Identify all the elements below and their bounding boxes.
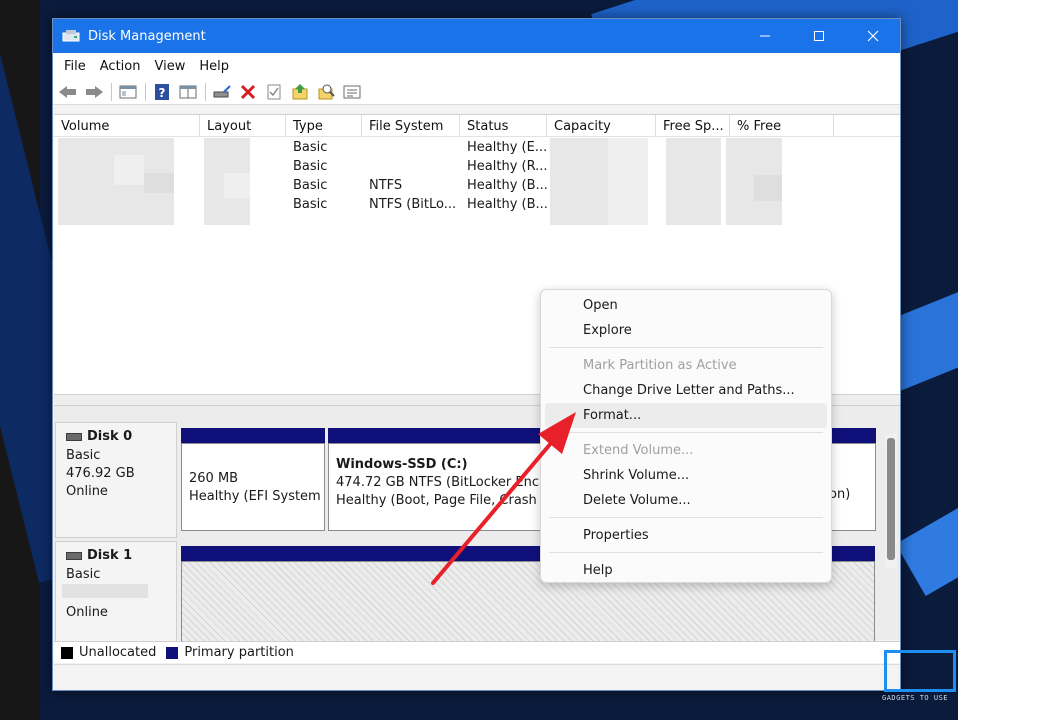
disk-0-kind: Basic — [66, 448, 101, 463]
menu-item-help[interactable]: Help — [541, 558, 831, 583]
folder-up-icon — [292, 83, 308, 99]
search-folder-button[interactable] — [315, 81, 337, 103]
arrow-left-icon — [59, 85, 76, 98]
column-file-system[interactable]: File System — [362, 115, 460, 136]
volume-row[interactable]: Basic NTFS (BitLo... Healthy (B... — [54, 195, 900, 214]
disk-1-state: Online — [66, 605, 108, 620]
window-title: Disk Management — [88, 28, 206, 44]
unallocated-swatch — [61, 646, 73, 659]
minimize-button[interactable] — [738, 19, 792, 53]
disk-map-scrollbar[interactable] — [885, 434, 897, 568]
close-button[interactable] — [846, 19, 900, 53]
connect-drive-icon — [213, 84, 231, 97]
folder-search-icon — [318, 84, 335, 99]
menu-item-shrink-volume[interactable]: Shrink Volume... — [541, 463, 831, 488]
legend-primary: Primary partition — [184, 645, 294, 660]
menu-help[interactable]: Help — [192, 59, 236, 74]
disk-drive-icon — [66, 432, 82, 441]
help-button[interactable]: ? — [151, 81, 173, 103]
delete-button[interactable] — [237, 81, 259, 103]
primary-partition-swatch — [166, 646, 179, 659]
menu-item-extend-volume: Extend Volume... — [583, 443, 694, 458]
menu-separator — [549, 517, 823, 518]
toolbar: ? — [53, 79, 900, 105]
watermark-logo: GADGETS TO USE — [880, 650, 960, 708]
menu-file[interactable]: File — [57, 59, 93, 74]
disk-1-kind: Basic — [66, 567, 101, 582]
forward-button[interactable] — [83, 81, 105, 103]
status-bar — [54, 664, 900, 690]
legend: Unallocated Primary partition — [54, 641, 900, 663]
svg-text:?: ? — [159, 86, 166, 100]
watermark-logo-icon — [884, 650, 956, 692]
menu-bar: File Action View Help — [53, 53, 900, 79]
column-layout[interactable]: Layout — [200, 115, 286, 136]
scrollbar-thumb[interactable] — [887, 438, 895, 560]
minimize-icon — [760, 35, 770, 37]
menu-item-properties[interactable]: Properties — [541, 523, 831, 548]
delete-x-icon — [240, 84, 256, 99]
menu-item-delete-volume[interactable]: Delete Volume... — [541, 488, 831, 513]
show-hide-console-tree-button[interactable] — [117, 81, 139, 103]
help-book-icon: ? — [155, 83, 169, 100]
menu-separator — [549, 552, 823, 553]
disk-management-app-icon — [62, 29, 80, 43]
menu-item-format[interactable]: Format... — [545, 403, 827, 428]
menu-view[interactable]: View — [147, 59, 192, 74]
menu-action[interactable]: Action — [93, 59, 148, 74]
console-tree-icon — [119, 85, 137, 98]
checklist-icon — [267, 84, 281, 99]
efi-partition-status: Healthy (EFI System P — [189, 489, 325, 504]
column-free-space[interactable]: Free Sp... — [656, 115, 730, 136]
close-icon — [867, 30, 879, 42]
column-capacity[interactable]: Capacity — [547, 115, 656, 136]
context-menu: Open Explore Mark Partition as Active Ch… — [540, 289, 832, 583]
list-view-icon — [343, 85, 361, 98]
menu-item-change-drive-letter[interactable]: Change Drive Letter and Paths... — [541, 378, 831, 403]
up-folder-button[interactable] — [289, 81, 311, 103]
disk-1-size-redacted — [62, 584, 176, 604]
disk-0-label[interactable]: Disk 0 Basic 476.92 GB Online — [55, 422, 177, 538]
efi-partition[interactable]: 260 MB Healthy (EFI System P — [181, 443, 325, 531]
column-volume[interactable]: Volume — [54, 115, 200, 136]
menu-item-mark-active: Mark Partition as Active — [583, 358, 737, 373]
volume-row[interactable]: Basic Healthy (R... — [54, 157, 900, 176]
title-bar[interactable]: Disk Management — [53, 19, 900, 53]
column-status[interactable]: Status — [460, 115, 547, 136]
check-button[interactable] — [263, 81, 285, 103]
efi-partition-size: 260 MB — [189, 471, 239, 486]
partition-status-tail: on) — [829, 487, 851, 502]
volume-row[interactable]: Basic Healthy (E... — [54, 138, 900, 157]
properties-view-button[interactable] — [177, 81, 199, 103]
disk-0-size: 476.92 GB — [66, 466, 135, 481]
disk-0-state: Online — [66, 484, 108, 499]
arrow-right-icon — [86, 85, 103, 98]
column-type[interactable]: Type — [286, 115, 362, 136]
maximize-button[interactable] — [792, 19, 846, 53]
window-pane-icon — [179, 85, 197, 98]
disk-1-label[interactable]: Disk 1 Basic Online — [55, 541, 177, 654]
legend-unallocated: Unallocated — [79, 645, 157, 660]
menu-item-explore[interactable]: Explore — [541, 318, 831, 343]
column-percent-free[interactable]: % Free — [730, 115, 834, 136]
menu-separator — [549, 347, 823, 348]
connect-button[interactable] — [211, 81, 233, 103]
volume-list-header: Volume Layout Type File System Status Ca… — [54, 115, 900, 137]
maximize-icon — [814, 31, 824, 41]
menu-separator — [549, 432, 823, 433]
disk-drive-icon — [66, 551, 82, 560]
back-button[interactable] — [57, 81, 79, 103]
volume-row[interactable]: Basic NTFS Healthy (B... — [54, 176, 900, 195]
menu-item-open[interactable]: Open — [541, 293, 831, 318]
efi-partition-header — [181, 428, 325, 443]
list-view-button[interactable] — [341, 81, 363, 103]
watermark-text: GADGETS TO USE — [882, 694, 949, 702]
disk-0-name: Disk 0 — [87, 429, 133, 444]
disk-1-name: Disk 1 — [87, 548, 133, 563]
